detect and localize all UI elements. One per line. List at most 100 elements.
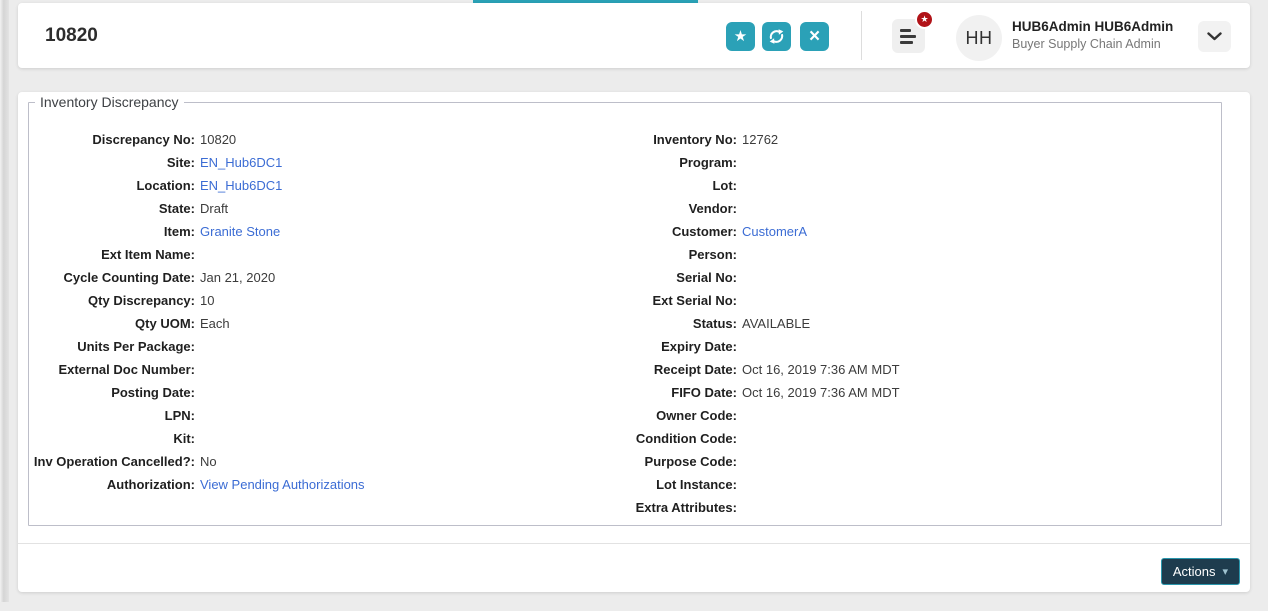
field-label: Discrepancy No — [29, 132, 195, 147]
field-row: External Doc Number — [29, 358, 621, 381]
field-row: Kit — [29, 427, 621, 450]
field-value: Jan 21, 2020 — [200, 270, 276, 285]
inventory-discrepancy-fieldset: Inventory Discrepancy Discrepancy No 1082… — [28, 94, 1222, 526]
actions-button[interactable]: Actions ▾ — [1160, 558, 1240, 585]
field-value: 12762 — [742, 132, 779, 147]
field-row: Units Per Package — [29, 335, 621, 358]
refresh-button[interactable] — [762, 22, 791, 51]
field-label: Ext Serial No — [621, 293, 737, 308]
fieldset-legend: Inventory Discrepancy — [40, 94, 179, 110]
field-label: Purpose Code — [621, 454, 737, 469]
field-row: Item Granite Stone — [29, 220, 621, 243]
field-label: Receipt Date — [621, 362, 737, 377]
field-row: Location EN_Hub6DC1 — [29, 174, 621, 197]
field-row: Authorization View Pending Authorizations — [29, 473, 621, 496]
field-value: 10 — [200, 293, 215, 308]
field-value-link[interactable]: CustomerA — [742, 224, 807, 239]
notifications-menu-button[interactable]: ★ — [892, 10, 934, 53]
field-label: Site — [29, 155, 195, 170]
field-value: Oct 16, 2019 7:36 AM MDT — [742, 385, 900, 400]
field-label: Customer — [621, 224, 737, 239]
refresh-icon — [768, 28, 785, 45]
field-row: Lot Instance — [621, 473, 1221, 496]
field-label: LPN — [29, 408, 195, 423]
field-row: Serial No — [621, 266, 1221, 289]
field-value-link[interactable]: EN_Hub6DC1 — [200, 155, 282, 170]
field-value: Draft — [200, 201, 229, 216]
field-row: Purpose Code — [621, 450, 1221, 473]
field-value-link[interactable]: EN_Hub6DC1 — [200, 178, 282, 193]
field-row: Expiry Date — [621, 335, 1221, 358]
field-label: Lot — [621, 178, 737, 193]
field-label: Owner Code — [621, 408, 737, 423]
field-row: Owner Code — [621, 404, 1221, 427]
avatar[interactable]: HH — [956, 15, 1002, 61]
page-title: 10820 — [45, 25, 98, 46]
field-row: Ext Item Name — [29, 243, 621, 266]
detail-panel: Inventory Discrepancy Discrepancy No 1082… — [18, 92, 1250, 592]
field-row: Ext Serial No — [621, 289, 1221, 312]
field-row: FIFO Date Oct 16, 2019 7:36 AM MDT — [621, 381, 1221, 404]
field-label: Person — [621, 247, 737, 262]
field-row: Program — [621, 151, 1221, 174]
field-label: Serial No — [621, 270, 737, 285]
field-row: Qty Discrepancy 10 — [29, 289, 621, 312]
star-icon: ★ — [733, 28, 748, 45]
field-row: Inventory No 12762 — [621, 128, 1221, 151]
right-field-column: Inventory No 12762 Program Lot Vendor Custome… — [621, 128, 1221, 519]
field-label: Units Per Package — [29, 339, 195, 354]
user-menu-button[interactable] — [1198, 21, 1231, 52]
field-label: Expiry Date — [621, 339, 737, 354]
chevron-down-icon — [1207, 32, 1222, 41]
field-value-link[interactable]: Granite Stone — [200, 224, 280, 239]
menu-lines-icon — [900, 28, 911, 32]
caret-down-icon: ▾ — [1222, 566, 1228, 578]
field-row: Discrepancy No 10820 — [29, 128, 621, 151]
field-value: 10820 — [200, 132, 237, 147]
field-row: Qty UOM Each — [29, 312, 621, 335]
field-value: Each — [200, 316, 230, 331]
field-label: Inv Operation Cancelled? — [29, 454, 195, 469]
field-row: Extra Attributes — [621, 496, 1221, 519]
field-row: LPN — [29, 404, 621, 427]
field-label: Posting Date — [29, 385, 195, 400]
field-label: Qty UOM — [29, 316, 195, 331]
field-row: Condition Code — [621, 427, 1221, 450]
field-label: Kit — [29, 431, 195, 446]
field-value: Oct 16, 2019 7:36 AM MDT — [742, 362, 900, 377]
field-label: Extra Attributes — [621, 500, 737, 515]
field-label: Lot Instance — [621, 477, 737, 492]
user-info: HUB6Admin HUB6Admin Buyer Supply Chain A… — [1012, 18, 1192, 53]
field-row: State Draft — [29, 197, 621, 220]
field-label: External Doc Number — [29, 362, 195, 377]
user-name: HUB6Admin HUB6Admin — [1012, 19, 1174, 34]
field-label: Inventory No — [621, 132, 737, 147]
user-role: Buyer Supply Chain Admin — [1012, 37, 1161, 51]
field-label: Condition Code — [621, 431, 737, 446]
field-row: Vendor — [621, 197, 1221, 220]
field-value: AVAILABLE — [742, 316, 811, 331]
header-bar: 10820 ★ × ★ HH HUB6Admin HUB6Admin Buyer… — [18, 3, 1250, 68]
field-label: Authorization — [29, 477, 195, 492]
close-button[interactable]: × — [800, 22, 829, 51]
actions-button-label: Actions — [1172, 564, 1216, 579]
left-field-column: Discrepancy No10820SiteEN_Hub6DC1Locatio… — [29, 128, 621, 519]
field-row: Customer CustomerA — [621, 220, 1221, 243]
field-row: Person — [621, 243, 1221, 266]
field-label: Program — [621, 155, 737, 170]
favorite-button[interactable]: ★ — [726, 22, 755, 51]
field-row: Inv Operation Cancelled? No — [29, 450, 621, 473]
field-row: Posting Date — [29, 381, 621, 404]
field-label: Status — [621, 316, 737, 331]
field-value-link[interactable]: View Pending Authorizations — [200, 477, 365, 492]
field-row: Lot — [621, 174, 1221, 197]
field-label: Vendor — [621, 201, 737, 216]
field-row: Status AVAILABLE — [621, 312, 1221, 335]
header-divider — [861, 11, 862, 60]
badge-star-icon: ★ — [920, 14, 929, 24]
field-columns: Discrepancy No10820SiteEN_Hub6DC1Locatio… — [29, 128, 1221, 519]
avatar-initials: HH — [965, 27, 993, 48]
field-row: Site EN_Hub6DC1 — [29, 151, 621, 174]
field-label: FIFO Date — [621, 385, 737, 400]
field-row: Cycle Counting Date Jan 21, 2020 — [29, 266, 621, 289]
